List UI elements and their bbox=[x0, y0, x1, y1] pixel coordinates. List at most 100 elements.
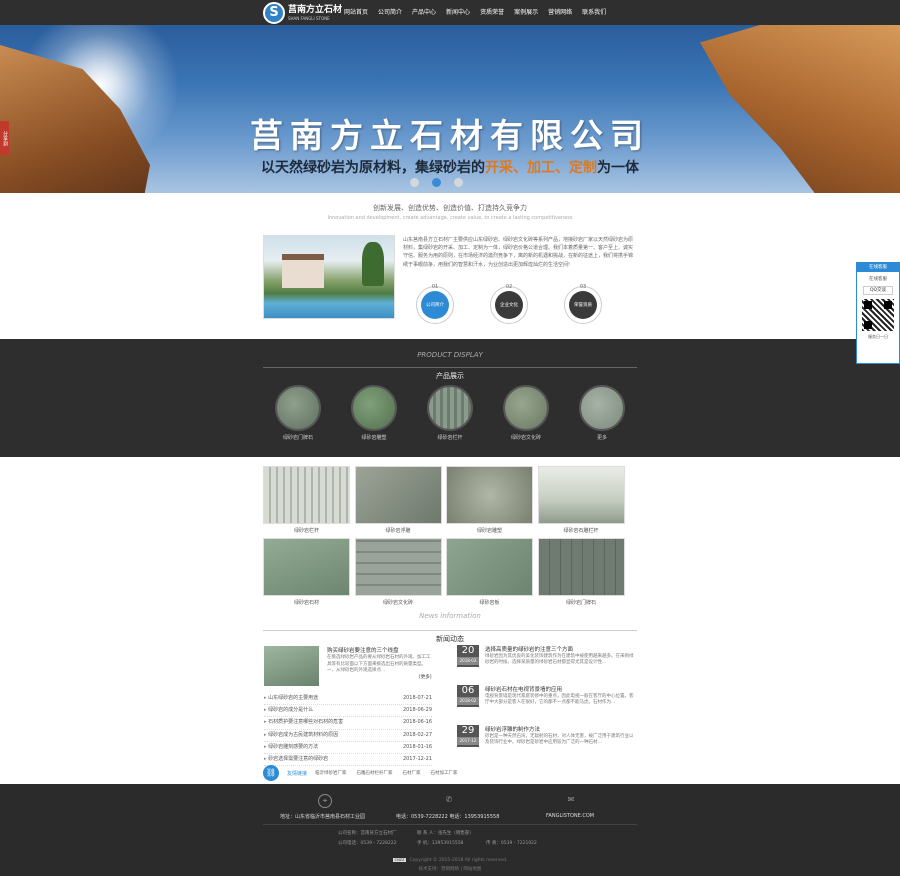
dated-news-item[interactable]: 29 2017-12 绿砂岩浮雕的制作方法 砂岩是一种天然石块，无辐射的石材，对… bbox=[457, 725, 637, 761]
product-category-image bbox=[503, 385, 549, 431]
news-list-item[interactable]: 绿砂岩雕刻感要的方法 2018-01-16 bbox=[264, 742, 432, 754]
online-service-panel: 在线客服 在线客服 QQ交谈 服务日一日 bbox=[856, 262, 900, 364]
gallery-item[interactable]: 绿砂岩石雕栏杆 bbox=[537, 466, 625, 538]
featured-news-text: 在挑选绿砂岩产品的要从绿砂岩石材的外观、加工工具等有比较面以下方面来挑选出石材的… bbox=[327, 655, 431, 673]
product-category-label: 绿砂岩门牌石 bbox=[282, 435, 313, 441]
friend-link[interactable]: 石材厂家 bbox=[403, 770, 421, 776]
nav-item-honors[interactable]: 资质荣誉 bbox=[475, 0, 509, 25]
slogan-en: Innovation and development, create advan… bbox=[327, 215, 573, 221]
product-category-image bbox=[579, 385, 625, 431]
news-date-month: 2018-02 bbox=[457, 697, 479, 705]
gallery-label: 绿砂岩石材 bbox=[293, 600, 319, 606]
gallery-item[interactable]: 绿砂岩雕塑 bbox=[446, 466, 533, 538]
gallery-image bbox=[446, 466, 533, 524]
dated-news-item[interactable]: 06 2018-02 绿砂岩石材在电视背景墙的应用 电视背景墙是现代家庭装修中的… bbox=[457, 685, 637, 721]
logo-name-en: SHAN FANGLI STONE bbox=[288, 15, 330, 21]
news-list-item[interactable]: 绿砂岩的成分是什么 2018-06-29 bbox=[264, 705, 432, 718]
product-title-en: PRODUCT DISPLAY bbox=[417, 351, 483, 359]
circle-about[interactable]: 01 公司简介 bbox=[416, 284, 454, 324]
product-category[interactable]: 绿砂岩栏杆 bbox=[427, 385, 473, 441]
footer-contact: 联 系 人：张先生（销售部） bbox=[417, 831, 474, 836]
nav-item-contact[interactable]: 联系我们 bbox=[577, 0, 611, 25]
news-date-day: 06 bbox=[461, 685, 475, 696]
gallery-label: 绿砂岩门牌石 bbox=[565, 600, 596, 606]
about-text: 山东莒南县方立石材厂主要供应山东绿砂岩、绿砂岩文化砖等系列产品，地接砂岩厂家以天… bbox=[403, 237, 634, 268]
product-category-label: 绿砂岩文化砖 bbox=[510, 435, 541, 441]
carousel-dots bbox=[410, 178, 463, 187]
site-logo[interactable]: S 莒南方立石材 SHAN FANGLI STONE bbox=[263, 1, 342, 25]
gallery-label: 绿砂岩雕塑 bbox=[476, 528, 502, 534]
dated-news-item[interactable]: 20 2018-03 选择高质量的绿砂岩的注意三个方面 绿砂岩因为其优良的美化装… bbox=[457, 645, 637, 681]
nav-item-home[interactable]: 网站首页 bbox=[339, 0, 373, 25]
news-list-item[interactable]: 山东绿砂岩的主要用途 2018-07-21 bbox=[264, 693, 432, 706]
news-list-title: 绿砂岩的成分是什么 bbox=[264, 705, 313, 716]
nav-item-news[interactable]: 新闻中心 bbox=[441, 0, 475, 25]
product-category[interactable]: 绿砂岩门牌石 bbox=[275, 385, 321, 441]
footer: ⌖ ✆ ✉ 地址：山东省临沂市莒南县石材工业园 电话：0539-7228222 … bbox=[0, 784, 900, 876]
friend-link[interactable]: 石材加工厂家 bbox=[431, 770, 458, 776]
nav-item-about[interactable]: 公司简介 bbox=[373, 0, 407, 25]
hero-banner[interactable]: 莒南方立石材有限公司 以天然绿砂岩为原材料，集绿砂岩的开采、加工、定制为一体 分… bbox=[0, 25, 900, 193]
product-display: PRODUCT DISPLAY 产品展示 绿砂岩门牌石 绿砂岩雕塑 绿砂岩栏杆 … bbox=[0, 339, 900, 457]
circle-num: 02 bbox=[505, 284, 513, 290]
gallery-item[interactable]: 绿砂岩文化砖 bbox=[354, 538, 442, 610]
news-list-date: 2018-01-16 bbox=[402, 743, 432, 750]
friend-links-label: 友情链接 bbox=[287, 770, 308, 777]
circle-label: 公司简介 bbox=[421, 291, 449, 319]
news-list-item[interactable]: 绿砂岩成为古民建筑材料的原因 2018-02-27 bbox=[264, 730, 432, 742]
dated-news-text: 绿砂岩因为其优良的美化装饰建筑作为在建筑中被使用越来越多。在采购绿砂岩的时候，选… bbox=[485, 654, 634, 666]
footer-support[interactable]: 技术支持：营销网络 | 网站地图 bbox=[0, 866, 900, 872]
gallery-image bbox=[537, 466, 625, 524]
gallery-item[interactable]: 绿砂岩石材 bbox=[263, 538, 350, 610]
product-category[interactable]: 绿砂岩文化砖 bbox=[503, 385, 549, 441]
carousel-dot-2[interactable] bbox=[432, 178, 441, 187]
news-date-box: 06 2018-02 bbox=[457, 685, 479, 707]
news-list-date: 2018-06-29 bbox=[402, 707, 432, 714]
news-title-cn-wrap: 新闻动态 bbox=[0, 626, 900, 645]
dated-news-title: 绿砂岩浮雕的制作方法 bbox=[485, 727, 541, 733]
online-service-header[interactable]: 在线客服 bbox=[857, 263, 899, 272]
friend-link[interactable]: 临沂绿砂岩厂家 bbox=[315, 770, 347, 776]
footer-phone: 电话：0539-7228222 电话：13953915558 bbox=[396, 814, 500, 820]
gallery-image bbox=[537, 538, 625, 596]
circle-num: 01 bbox=[431, 284, 439, 290]
friend-link[interactable]: 石雕石材栏杆厂家 bbox=[357, 770, 393, 776]
product-category-label: 绿砂岩雕塑 bbox=[361, 435, 387, 441]
product-title-cn: 产品展示 bbox=[430, 372, 470, 380]
featured-news-more-link[interactable]: [更多] bbox=[419, 674, 432, 680]
about-image[interactable] bbox=[263, 235, 395, 319]
gallery-item[interactable]: 绿砂岩门牌石 bbox=[537, 538, 625, 610]
news-list-title: 石材质护要注意哪些对石材的危害 bbox=[264, 717, 343, 728]
share-tab[interactable]: 分享到 bbox=[0, 121, 9, 155]
stats-badge[interactable]: CNZZ bbox=[392, 858, 407, 862]
gallery-item[interactable]: 绿砂岩浮雕 bbox=[354, 466, 442, 538]
footer-address: 地址：山东省临沂市莒南县石材工业园 bbox=[280, 814, 366, 820]
main-nav: 网站首页 公司简介 产品中心 新闻中心 资质荣誉 案例展示 营销网络 联系我们 bbox=[339, 0, 611, 25]
dated-news-title: 绿砂岩石材在电视背景墙的应用 bbox=[485, 687, 563, 693]
slogan-cn: 创新发展、创造优势、创造价值、打造持久竞争力 bbox=[373, 204, 527, 212]
nav-item-network[interactable]: 营销网络 bbox=[543, 0, 577, 25]
product-category-image bbox=[351, 385, 397, 431]
qq-chat-button[interactable]: QQ交谈 bbox=[863, 286, 893, 295]
carousel-dot-1[interactable] bbox=[410, 178, 419, 187]
circle-culture[interactable]: 02 企业文化 bbox=[490, 284, 528, 324]
news-list-title: 山东绿砂岩的主要用途 bbox=[264, 693, 318, 704]
featured-news-title[interactable]: 购买绿砂岩要注意的三个线盘 bbox=[327, 646, 431, 654]
featured-news-image[interactable] bbox=[264, 646, 319, 686]
about-image-pavilion bbox=[282, 254, 324, 288]
nav-item-products[interactable]: 产品中心 bbox=[407, 0, 441, 25]
circle-honors[interactable]: 03 荣誉资质 bbox=[564, 284, 602, 324]
gallery-item[interactable]: 绿砂岩板 bbox=[446, 538, 533, 610]
online-service-subtitle: 在线客服 bbox=[869, 277, 887, 282]
carousel-dot-3[interactable] bbox=[454, 178, 463, 187]
gallery-item[interactable]: 绿砂岩栏杆 bbox=[263, 466, 350, 538]
logo-icon: S bbox=[263, 2, 285, 24]
footer-site[interactable]: FANGLISTONE.COM bbox=[546, 813, 594, 819]
page: S 莒南方立石材 SHAN FANGLI STONE 网站首页 公司简介 产品中… bbox=[0, 0, 900, 876]
product-category[interactable]: 绿砂岩雕塑 bbox=[351, 385, 397, 441]
slogan: 创新发展、创造优势、创造价值、打造持久竞争力 Innovation and de… bbox=[0, 203, 900, 221]
news-list-item[interactable]: 石材质护要注意哪些对石材的危害 2018-06-16 bbox=[264, 717, 432, 730]
product-category[interactable]: 更多 bbox=[579, 385, 625, 441]
product-category-label: 更多 bbox=[596, 435, 607, 441]
nav-item-cases[interactable]: 案例展示 bbox=[509, 0, 543, 25]
